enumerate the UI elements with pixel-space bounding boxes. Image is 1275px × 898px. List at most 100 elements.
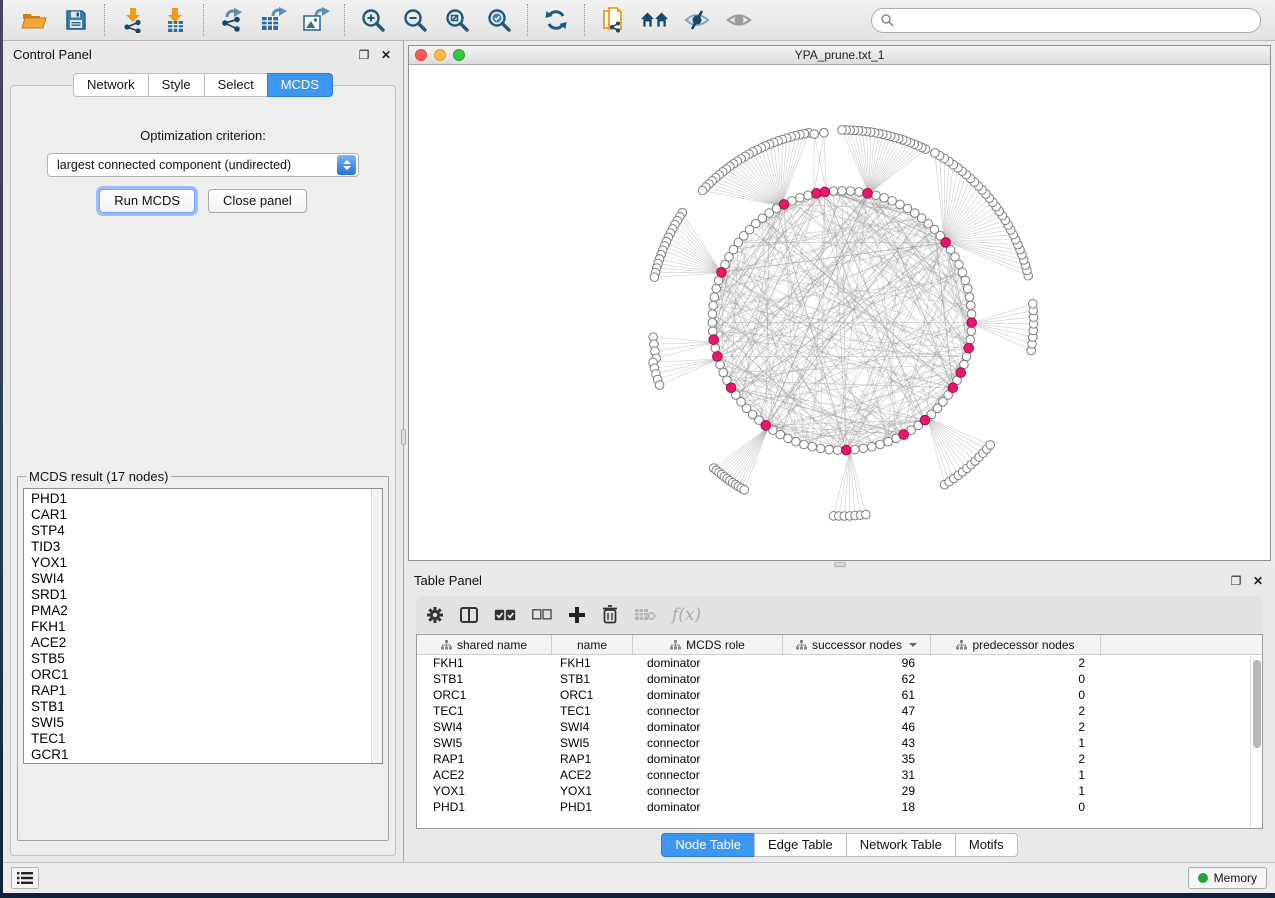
show-details-button[interactable]	[724, 5, 754, 35]
delete-column-button[interactable]	[602, 605, 618, 624]
task-history-button[interactable]	[11, 867, 39, 889]
table-row[interactable]: SWI4SWI4dominator462	[417, 719, 1262, 735]
search-input[interactable]	[899, 13, 1252, 27]
float-table-panel-button[interactable]: ❐	[1229, 574, 1243, 588]
mcds-result-item[interactable]: TEC1	[31, 731, 382, 747]
table-cell: STB1	[417, 672, 552, 686]
criterion-select[interactable]: largest connected component (undirected)	[47, 153, 359, 177]
column-header-shared-name[interactable]: shared name	[417, 635, 552, 654]
mcds-result-item[interactable]: FKH1	[31, 619, 382, 635]
mcds-result-item[interactable]: ACE2	[31, 635, 382, 651]
table-row[interactable]: ACE2ACE2connector311	[417, 767, 1262, 783]
split-view-button[interactable]	[460, 607, 478, 623]
mcds-result-item[interactable]: STB1	[31, 699, 382, 715]
delete-table-icon	[634, 607, 656, 622]
panel-splitter-handle[interactable]	[401, 429, 406, 445]
zoom-fit-button[interactable]	[442, 5, 472, 35]
network-canvas[interactable]	[409, 65, 1270, 560]
open-session-button[interactable]	[19, 5, 49, 35]
run-mcds-button[interactable]: Run MCDS	[99, 189, 195, 213]
column-header-mcds-role[interactable]: MCDS role	[633, 635, 783, 654]
save-icon	[64, 8, 88, 32]
table-row[interactable]: PHD1PHD1dominator180	[417, 799, 1262, 815]
table-cell: 2	[931, 656, 1101, 670]
tab-network-table[interactable]: Network Table	[846, 833, 956, 857]
select-all-button[interactable]	[494, 609, 516, 621]
close-table-panel-button[interactable]: ✕	[1251, 574, 1265, 588]
mcds-result-item[interactable]: ORC1	[31, 667, 382, 683]
mcds-result-item[interactable]: GCR1	[31, 747, 382, 763]
zoom-out-icon	[402, 7, 428, 33]
close-panel-button[interactable]: ✕	[379, 48, 393, 62]
save-session-button[interactable]	[61, 5, 91, 35]
export-network-button[interactable]	[217, 5, 247, 35]
add-column-button[interactable]	[568, 606, 586, 624]
column-header-predecessor-nodes[interactable]: predecessor nodes	[931, 635, 1101, 654]
table-row[interactable]: YOX1YOX1connector291	[417, 783, 1262, 799]
table-toolbar: f(x)	[416, 596, 1263, 633]
function-builder-button[interactable]: f(x)	[672, 605, 701, 625]
tab-select[interactable]: Select	[204, 73, 268, 97]
delete-table-button[interactable]	[634, 607, 656, 622]
table-row[interactable]: TEC1TEC1connector472	[417, 703, 1262, 719]
hide-details-button[interactable]	[682, 5, 712, 35]
mcds-result-item[interactable]: PHD1	[31, 491, 382, 507]
mcds-result-list[interactable]: PHD1CAR1STP4TID3YOX1SWI4SRD1PMA2FKH1ACE2…	[23, 488, 383, 764]
mcds-result-item[interactable]: RAP1	[31, 683, 382, 699]
export-image-button[interactable]	[301, 5, 331, 35]
mcds-result-item[interactable]: SRD1	[31, 587, 382, 603]
table-row[interactable]: RAP1RAP1dominator352	[417, 751, 1262, 767]
float-panel-button[interactable]: ❐	[357, 48, 371, 62]
tab-edge-table[interactable]: Edge Table	[754, 833, 847, 857]
tab-mcds[interactable]: MCDS	[267, 73, 333, 97]
table-cell: connector	[633, 704, 783, 718]
zoom-selected-button[interactable]	[484, 5, 514, 35]
table-cell: 0	[931, 800, 1101, 814]
table-scrollbar-thumb[interactable]	[1253, 660, 1261, 748]
network-window-titlebar[interactable]: YPA_prune.txt_1	[409, 46, 1270, 65]
table-settings-button[interactable]	[426, 606, 444, 624]
table-cell: YOX1	[417, 784, 552, 798]
mcds-list-scrollbar[interactable]	[371, 489, 382, 763]
tab-style[interactable]: Style	[148, 73, 205, 97]
table-cell: 61	[783, 688, 931, 702]
node-table: shared name name MCDS role successor nod…	[416, 634, 1263, 829]
search-icon	[880, 13, 894, 27]
mcds-result-item[interactable]: STP4	[31, 523, 382, 539]
refresh-button[interactable]	[541, 5, 571, 35]
table-row[interactable]: FKH1FKH1dominator962	[417, 655, 1262, 671]
criterion-selected-value: largest connected component (undirected)	[48, 158, 337, 172]
tab-network[interactable]: Network	[73, 73, 149, 97]
deselect-all-button[interactable]	[532, 609, 552, 620]
table-row[interactable]: STB1STB1dominator620	[417, 671, 1262, 687]
search-box[interactable]	[871, 8, 1261, 33]
mcds-result-item[interactable]: PMA2	[31, 603, 382, 619]
mcds-result-item[interactable]: TID3	[31, 539, 382, 555]
close-panel-button-2[interactable]: Close panel	[208, 189, 307, 213]
table-tabs: Node Table Edge Table Network Table Moti…	[404, 829, 1275, 860]
import-table-button[interactable]	[160, 5, 190, 35]
tab-motifs[interactable]: Motifs	[955, 833, 1018, 857]
mcds-result-item[interactable]: STB5	[31, 651, 382, 667]
sitemap-icon	[956, 640, 967, 650]
column-header-name[interactable]: name	[552, 635, 633, 654]
column-header-successor-nodes[interactable]: successor nodes	[783, 635, 931, 654]
mcds-result-item[interactable]: SWI4	[31, 571, 382, 587]
table-scrollbar[interactable]	[1250, 656, 1262, 828]
export-table-button[interactable]	[259, 5, 289, 35]
tab-node-table[interactable]: Node Table	[661, 833, 755, 857]
houses-button[interactable]	[640, 5, 670, 35]
clone-network-button[interactable]	[598, 5, 628, 35]
column-label: MCDS role	[686, 638, 745, 652]
mcds-result-item[interactable]: SWI5	[31, 715, 382, 731]
table-row[interactable]: ORC1ORC1dominator610	[417, 687, 1262, 703]
network-graph[interactable]	[409, 65, 1270, 560]
table-row[interactable]: SWI5SWI5connector431	[417, 735, 1262, 751]
mcds-result-item[interactable]: CAR1	[31, 507, 382, 523]
mcds-result-item[interactable]: YOX1	[31, 555, 382, 571]
import-network-button[interactable]	[118, 5, 148, 35]
memory-button[interactable]: Memory	[1188, 867, 1267, 889]
houses-icon	[640, 8, 670, 32]
zoom-in-button[interactable]	[358, 5, 388, 35]
zoom-out-button[interactable]	[400, 5, 430, 35]
